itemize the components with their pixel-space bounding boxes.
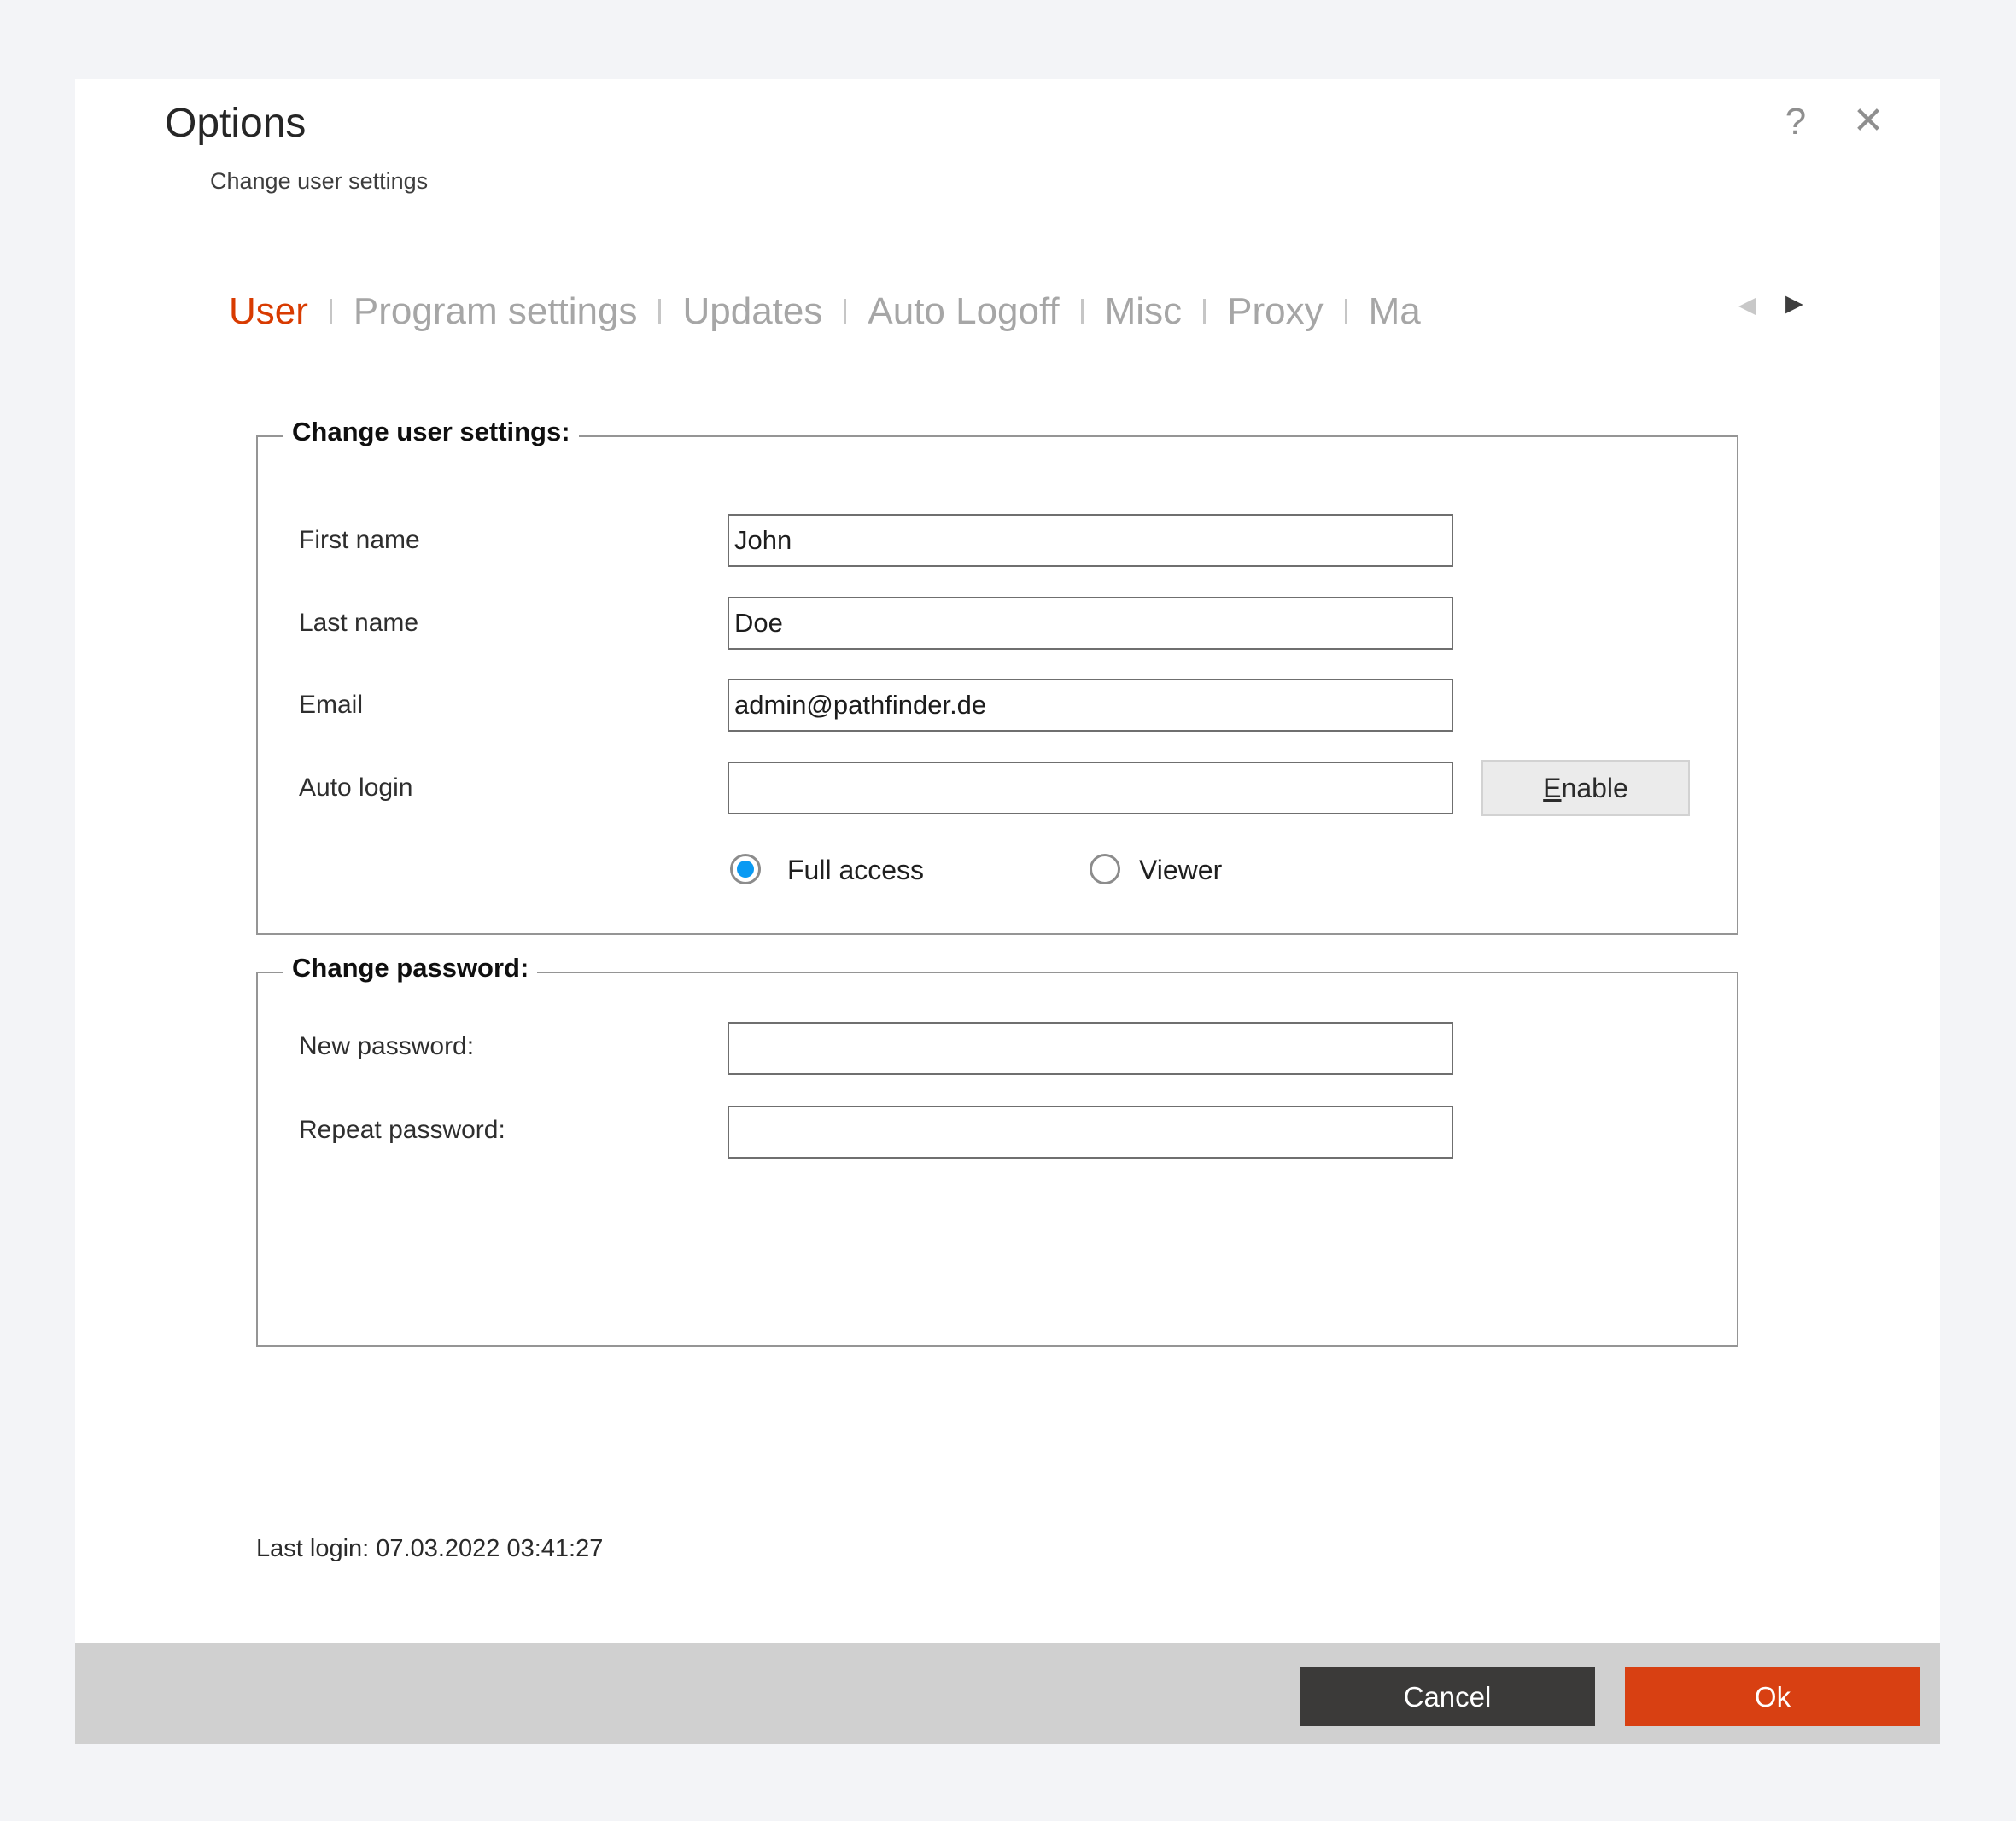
tab-user[interactable]: User <box>229 290 308 333</box>
tab-scroll-left-icon[interactable]: ◀ <box>1738 292 1756 318</box>
tab-program-settings[interactable]: Program settings <box>354 290 638 333</box>
user-settings-legend: Change user settings: <box>283 417 579 447</box>
tab-auto-logoff[interactable]: Auto Logoff <box>868 290 1059 333</box>
full-access-radio-label[interactable]: Full access <box>787 854 924 884</box>
tab-separator <box>1203 299 1206 324</box>
tab-misc[interactable]: Misc <box>1105 290 1182 333</box>
change-password-group: Change password: New password: Repeat pa… <box>256 972 1738 1347</box>
first-name-label: First name <box>299 514 420 567</box>
tab-mail-truncated[interactable]: Ma <box>1369 290 1421 333</box>
last-name-label: Last name <box>299 597 418 650</box>
full-access-radio[interactable] <box>730 854 761 884</box>
tab-separator <box>658 299 661 324</box>
new-password-label: New password: <box>299 1020 474 1073</box>
enable-button-mnemonic: E <box>1543 773 1561 803</box>
viewer-radio-label[interactable]: Viewer <box>1139 854 1222 884</box>
tab-proxy[interactable]: Proxy <box>1227 290 1323 333</box>
tab-updates[interactable]: Updates <box>682 290 822 333</box>
change-password-legend: Change password: <box>283 953 537 983</box>
viewer-radio[interactable] <box>1090 854 1120 884</box>
last-name-input[interactable] <box>728 597 1453 650</box>
tab-separator <box>1081 299 1084 324</box>
first-name-input[interactable] <box>728 514 1453 567</box>
close-icon[interactable]: ✕ <box>1843 99 1894 143</box>
repeat-password-label: Repeat password: <box>299 1104 505 1157</box>
tab-separator <box>1345 299 1347 324</box>
email-input[interactable] <box>728 679 1453 732</box>
repeat-password-input[interactable] <box>728 1106 1453 1159</box>
dialog-title: Options <box>165 100 306 147</box>
tab-scroll-right-icon[interactable]: ▶ <box>1785 290 1803 317</box>
options-dialog: Options Change user settings ? ✕ User Pr… <box>75 79 1940 1744</box>
ok-button[interactable]: Ok <box>1625 1667 1920 1726</box>
auto-login-input[interactable] <box>728 762 1453 814</box>
email-label: Email <box>299 679 363 732</box>
tab-separator <box>330 299 332 324</box>
tab-separator <box>844 299 846 324</box>
dialog-subtitle: Change user settings <box>210 168 428 195</box>
new-password-input[interactable] <box>728 1022 1453 1075</box>
enable-button[interactable]: Enable <box>1481 760 1690 816</box>
cancel-button[interactable]: Cancel <box>1300 1667 1595 1726</box>
user-settings-group: Change user settings: First name Last na… <box>256 435 1738 935</box>
auto-login-label: Auto login <box>299 762 412 814</box>
last-login-text: Last login: 07.03.2022 03:41:27 <box>256 1535 603 1563</box>
help-icon[interactable]: ? <box>1770 101 1821 143</box>
enable-button-label-rest: nable <box>1562 773 1628 803</box>
tab-bar: User Program settings Updates Auto Logof… <box>229 290 1813 333</box>
footer-bar: Cancel Ok <box>75 1643 1940 1744</box>
